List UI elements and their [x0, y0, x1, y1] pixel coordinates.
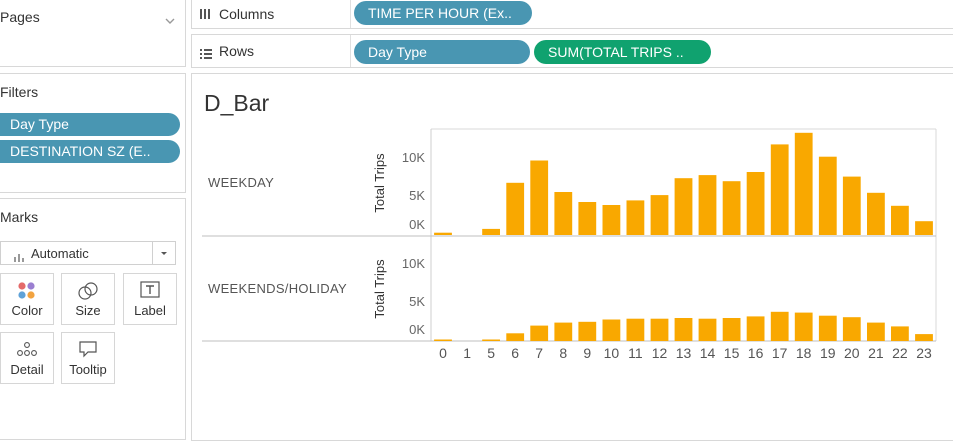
filters-title: Filters: [0, 84, 39, 100]
label-button[interactable]: Label: [123, 273, 177, 325]
size-icon: [78, 282, 98, 300]
tooltip-icon: [79, 341, 97, 358]
filter-pill-destination-sz[interactable]: DESTINATION SZ (E..: [0, 140, 180, 163]
color-button[interactable]: Color: [0, 273, 54, 325]
columns-label: Columns: [219, 6, 275, 22]
size-button[interactable]: Size: [61, 273, 115, 325]
rows-label: Rows: [219, 43, 255, 59]
rows-pill-day-type[interactable]: Day Type: [354, 40, 530, 64]
filters-card: Filters Day Type DESTINATION SZ (E..: [0, 73, 186, 193]
bar-chart-icon: [14, 249, 24, 267]
filter-pill-day-type[interactable]: Day Type: [0, 113, 180, 136]
mark-type-dropdown[interactable]: Automatic: [0, 241, 176, 265]
detail-button[interactable]: Detail: [0, 332, 54, 384]
color-icon: [18, 282, 35, 299]
pages-title: Pages: [0, 9, 40, 25]
view-card: D_Bar: [191, 73, 953, 441]
marks-card: Marks Automatic Color Size Label Detail …: [0, 198, 186, 440]
text-label-icon: [140, 281, 160, 298]
columns-shelf: Columns TIME PER HOUR (Ex..: [191, 0, 953, 29]
view-title: D_Bar: [204, 90, 270, 116]
tooltip-label: Tooltip: [69, 362, 107, 377]
dropdown-arrow-icon: [152, 242, 175, 264]
tooltip-button[interactable]: Tooltip: [61, 332, 115, 384]
label-label: Label: [134, 303, 166, 318]
columns-pill-time-per-hour[interactable]: TIME PER HOUR (Ex..: [354, 1, 532, 25]
color-label: Color: [11, 303, 43, 318]
columns-icon: [200, 7, 210, 25]
mark-type-value: Automatic: [31, 246, 89, 261]
rows-pill-sum-total-trips[interactable]: SUM(TOTAL TRIPS ..: [534, 40, 711, 64]
rows-shelf: Rows Day Type SUM(TOTAL TRIPS ..: [191, 34, 953, 68]
size-label: Size: [75, 303, 101, 318]
detail-icon: [17, 342, 37, 356]
detail-label: Detail: [10, 362, 44, 377]
chevron-down-icon[interactable]: [165, 12, 175, 24]
marks-title: Marks: [0, 209, 39, 225]
rows-icon: [200, 46, 212, 64]
pages-card: Pages: [0, 0, 186, 67]
